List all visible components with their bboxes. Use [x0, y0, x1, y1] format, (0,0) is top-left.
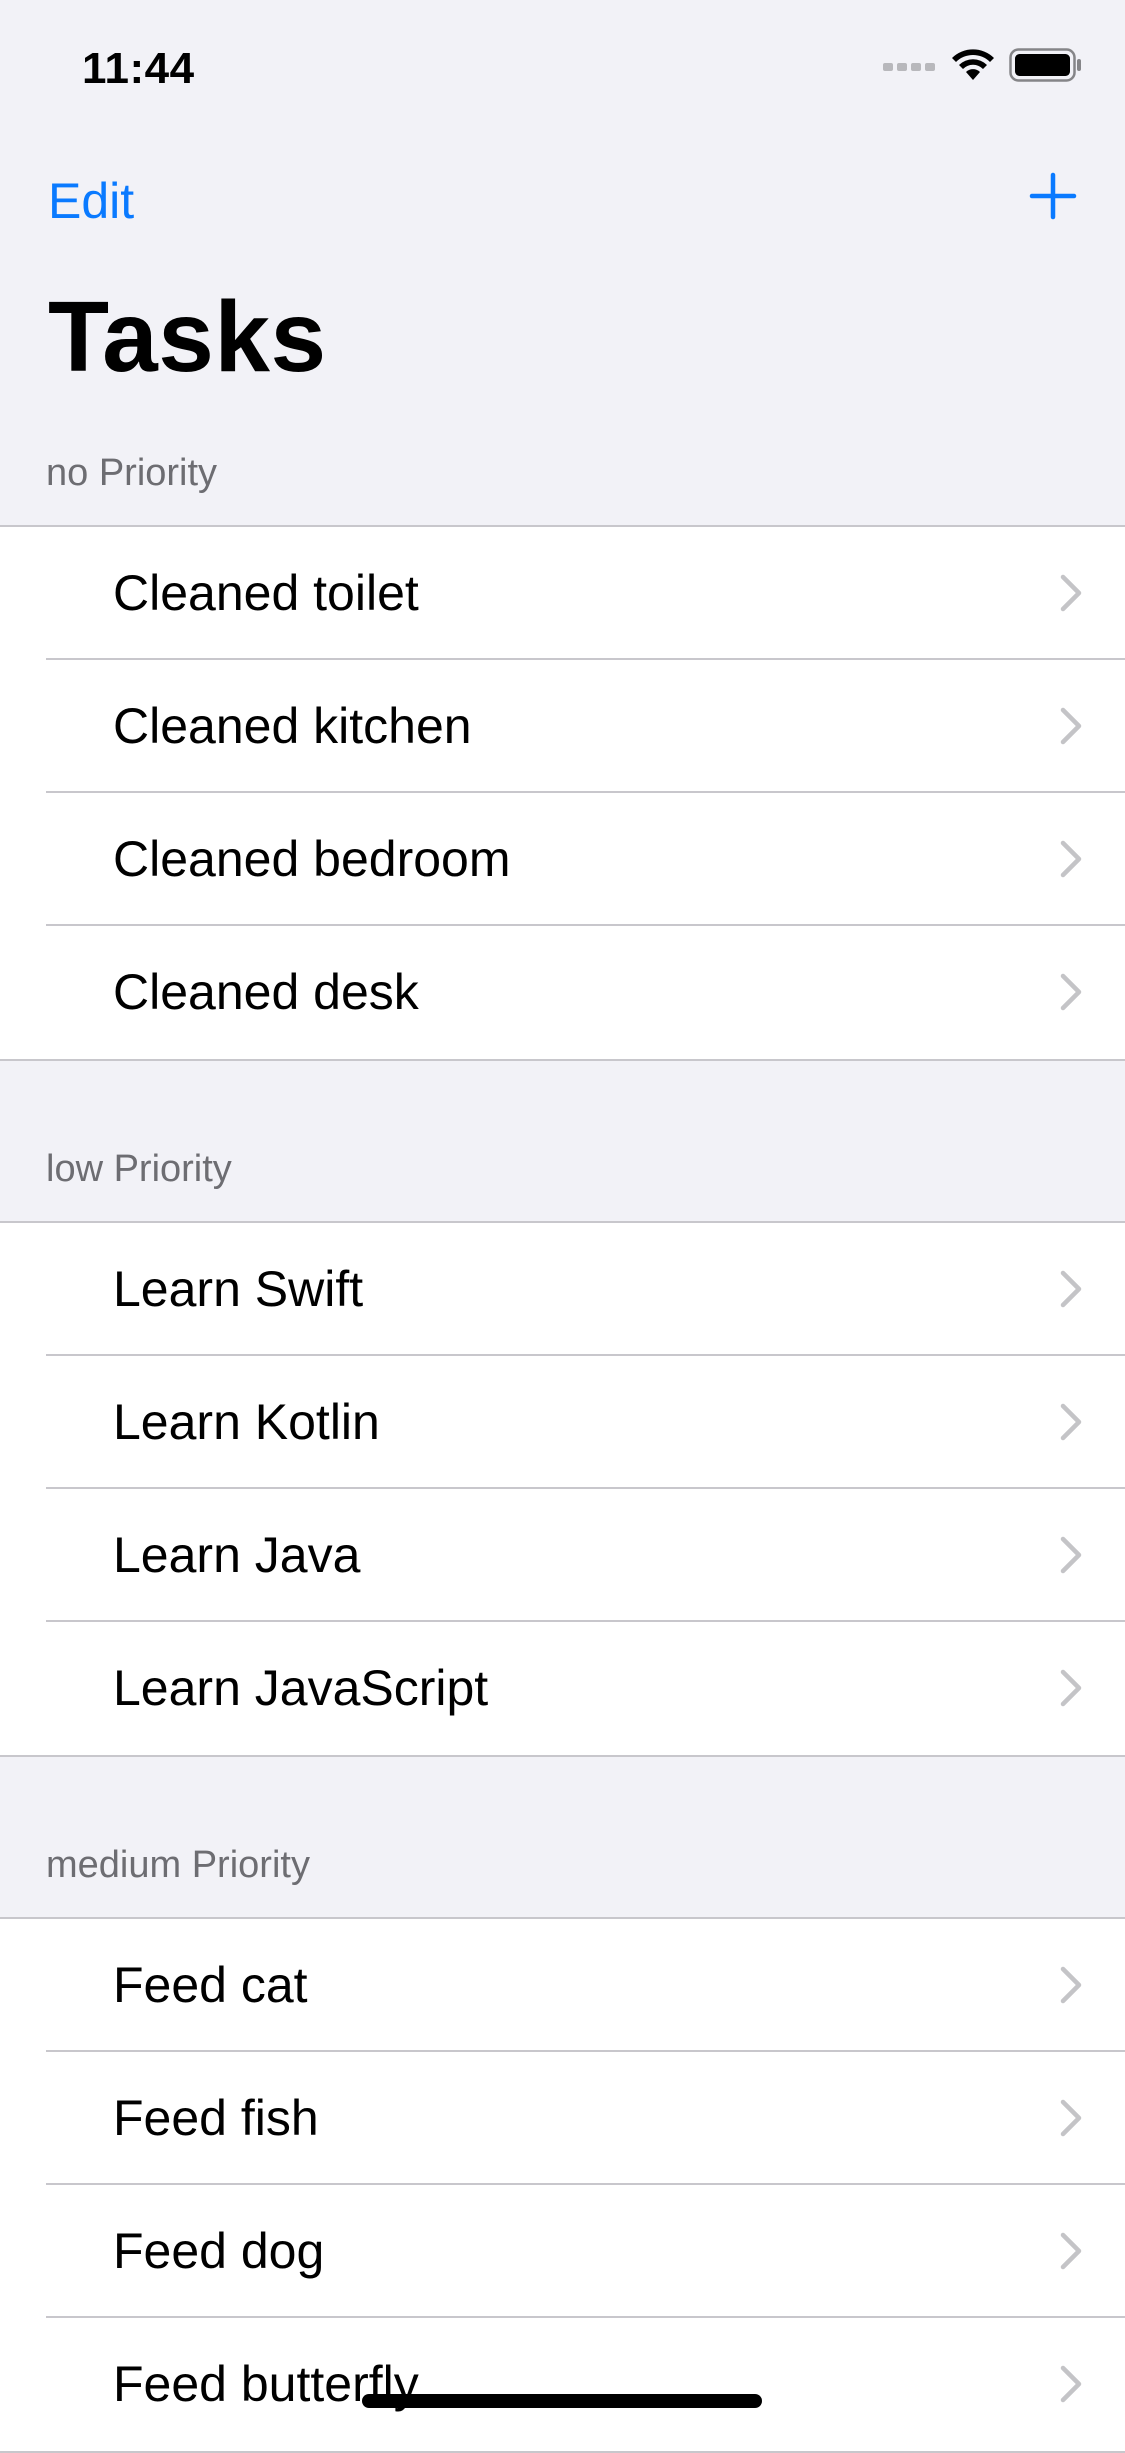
task-label: Cleaned bedroom	[113, 831, 511, 887]
section-header-medium-priority: medium Priority	[0, 1757, 1125, 1917]
navigation-bar: Edit	[0, 150, 1125, 250]
task-label: Feed dog	[113, 2223, 325, 2279]
chevron-right-icon	[1060, 2099, 1082, 2137]
chevron-right-icon	[1060, 1403, 1082, 1441]
task-list: no Priority Cleaned toilet Cleaned kitch…	[0, 425, 1125, 2453]
chevron-right-icon	[1060, 1966, 1082, 2004]
task-row[interactable]: Cleaned toilet	[0, 527, 1125, 660]
signal-icon	[883, 63, 935, 71]
task-label: Feed fish	[113, 2090, 319, 2146]
chevron-right-icon	[1060, 1669, 1082, 1707]
task-row[interactable]: Feed cat	[0, 1919, 1125, 2052]
section-header-label: medium Priority	[46, 1844, 310, 1886]
section-header-low-priority: low Priority	[0, 1061, 1125, 1221]
section-medium-priority: Feed cat Feed fish Feed dog Feed butterf…	[0, 1917, 1125, 2453]
task-row[interactable]: Cleaned kitchen	[0, 660, 1125, 793]
status-bar: 11:44	[0, 0, 1125, 132]
add-task-button[interactable]	[1023, 166, 1083, 226]
wifi-icon	[952, 49, 994, 80]
task-label: Cleaned toilet	[113, 565, 419, 621]
task-label: Feed cat	[113, 1957, 308, 2013]
task-label: Learn Swift	[113, 1261, 364, 1317]
task-row[interactable]: Feed fish	[0, 2052, 1125, 2185]
task-row[interactable]: Learn Java	[0, 1489, 1125, 1622]
status-time: 11:44	[82, 44, 195, 93]
task-row[interactable]: Cleaned desk	[0, 926, 1125, 1059]
section-low-priority: Learn Swift Learn Kotlin Learn Java Lear…	[0, 1221, 1125, 1757]
chevron-right-icon	[1060, 1270, 1082, 1308]
chevron-right-icon	[1060, 574, 1082, 612]
section-header-no-priority: no Priority	[0, 425, 1125, 525]
task-label: Learn Java	[113, 1527, 361, 1583]
chevron-right-icon	[1060, 2365, 1082, 2403]
chevron-right-icon	[1060, 2232, 1082, 2270]
task-label: Cleaned desk	[113, 964, 419, 1020]
task-label: Feed butterfly	[113, 2356, 419, 2412]
task-label: Cleaned kitchen	[113, 698, 472, 754]
page-title: Tasks	[48, 281, 327, 393]
chevron-right-icon	[1060, 1536, 1082, 1574]
battery-icon	[1009, 48, 1081, 82]
section-header-label: no Priority	[46, 452, 218, 494]
task-label: Learn JavaScript	[113, 1660, 489, 1716]
task-row[interactable]: Cleaned bedroom	[0, 793, 1125, 926]
edit-button[interactable]: Edit	[48, 172, 134, 230]
chevron-right-icon	[1060, 840, 1082, 878]
task-row[interactable]: Learn Swift	[0, 1223, 1125, 1356]
task-row[interactable]: Learn Kotlin	[0, 1356, 1125, 1489]
status-icons	[883, 48, 1083, 82]
home-indicator[interactable]	[362, 2394, 762, 2408]
task-row[interactable]: Feed butterfly	[0, 2318, 1125, 2451]
task-row[interactable]: Feed dog	[0, 2185, 1125, 2318]
plus-icon	[1029, 172, 1077, 220]
section-header-label: low Priority	[46, 1148, 232, 1190]
task-label: Learn Kotlin	[113, 1394, 380, 1450]
chevron-right-icon	[1060, 973, 1082, 1011]
task-row[interactable]: Learn JavaScript	[0, 1622, 1125, 1755]
section-no-priority: Cleaned toilet Cleaned kitchen Cleaned b…	[0, 525, 1125, 1061]
chevron-right-icon	[1060, 707, 1082, 745]
